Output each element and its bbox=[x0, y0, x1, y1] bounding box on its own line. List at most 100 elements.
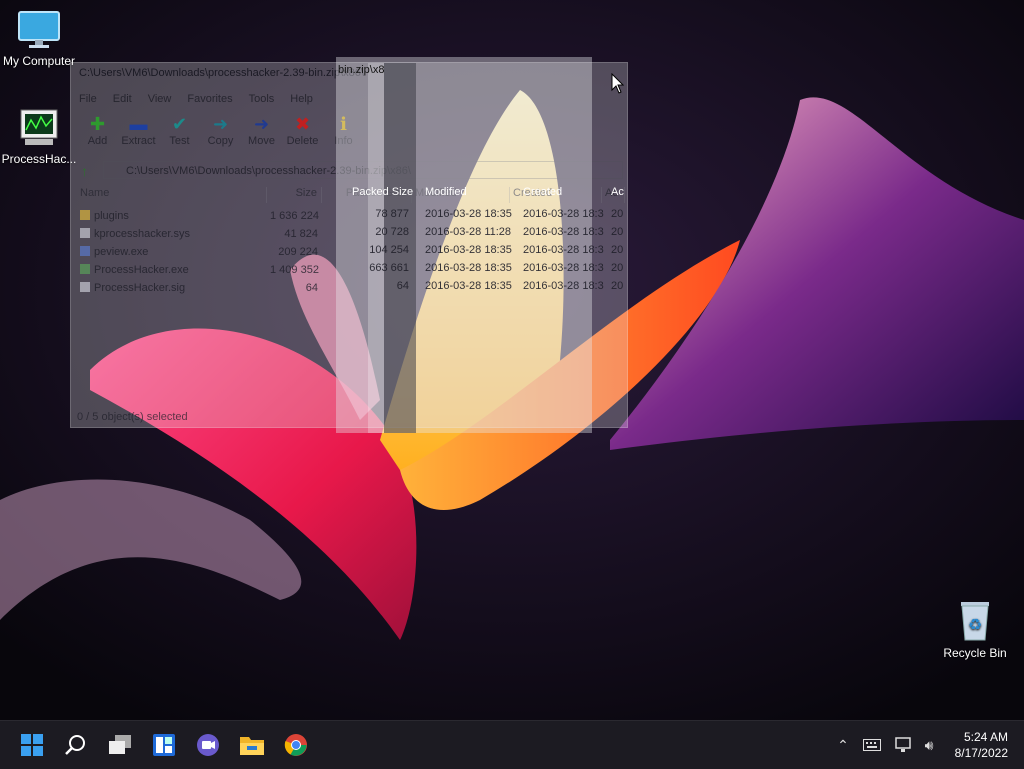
windows-icon bbox=[21, 734, 43, 756]
desktop-icon-recycle-bin[interactable]: ♻ Recycle Bin bbox=[936, 598, 1014, 660]
move-button[interactable]: ➜ Move bbox=[241, 113, 282, 147]
search-button[interactable] bbox=[54, 721, 98, 769]
packed-size: 64 bbox=[396, 280, 409, 292]
extract-icon: ▬ bbox=[129, 114, 148, 134]
task-view-button[interactable] bbox=[98, 721, 142, 769]
chat-icon bbox=[197, 734, 219, 756]
toolbar-label: Move bbox=[248, 135, 275, 147]
copy-icon: ➜ bbox=[212, 114, 229, 134]
toolbar-label: Extract bbox=[121, 135, 156, 147]
chrome-icon bbox=[284, 734, 307, 756]
packed-size: 104 254 bbox=[369, 244, 409, 256]
chevron-up-icon: ⌃ bbox=[837, 736, 849, 753]
column-size[interactable]: Size bbox=[267, 187, 322, 203]
network-button[interactable] bbox=[892, 721, 916, 769]
taskbar: ⌃ 🔊︎ 5:24 AM 8/17/2022 bbox=[0, 720, 1024, 769]
menu-tools[interactable]: Tools bbox=[249, 93, 275, 105]
created-date: 2016-03-28 18:3 bbox=[523, 244, 604, 256]
file-name: plugins bbox=[94, 210, 129, 222]
start-button[interactable] bbox=[10, 721, 54, 769]
monitor-icon bbox=[18, 11, 60, 48]
clock[interactable]: 5:24 AM 8/17/2022 bbox=[955, 729, 1008, 761]
speaker-icon: 🔊︎ bbox=[924, 736, 934, 753]
volume-button[interactable]: 🔊︎ bbox=[918, 721, 940, 769]
toolbar-label: Add bbox=[87, 135, 108, 147]
file-name: ProcessHacker.sig bbox=[94, 282, 186, 294]
chrome-button[interactable] bbox=[274, 721, 318, 769]
overlay-column-accessed: Ac bbox=[611, 186, 624, 198]
accessed-date: 20 bbox=[611, 280, 624, 292]
file-size: 209 224 bbox=[278, 246, 318, 258]
test-button[interactable]: ✔ Test bbox=[159, 113, 200, 147]
menu-file[interactable]: File bbox=[79, 93, 97, 105]
created-date: 2016-03-28 18:3 bbox=[523, 226, 604, 238]
modified-date: 2016-03-28 18:35 bbox=[425, 244, 512, 256]
file-explorer-button[interactable] bbox=[230, 721, 274, 769]
up-folder-icon[interactable]: ↑ bbox=[81, 163, 88, 179]
file-name-cell: peview.exe bbox=[77, 243, 267, 261]
process-hacker-icon bbox=[20, 109, 58, 145]
menu-bar: File Edit View Favorites Tools Help bbox=[79, 93, 329, 105]
overlay-title-fragment: bin.zip\x8 bbox=[338, 64, 385, 76]
chat-button[interactable] bbox=[186, 721, 230, 769]
recycle-bin-icon: ♻ bbox=[961, 602, 989, 641]
accessed-date: 20 bbox=[611, 208, 624, 220]
network-icon bbox=[895, 737, 911, 752]
file-name-cell: ProcessHacker.sig bbox=[77, 279, 267, 297]
file-size: 1 409 352 bbox=[270, 264, 319, 276]
move-icon: ➜ bbox=[253, 114, 270, 134]
created-date: 2016-03-28 18:3 bbox=[523, 262, 604, 274]
folder-icon bbox=[80, 210, 90, 220]
column-name[interactable]: Name bbox=[77, 187, 267, 203]
mouse-cursor-icon bbox=[611, 73, 625, 94]
created-date: 2016-03-28 18:3 bbox=[523, 208, 604, 220]
search-icon bbox=[65, 735, 85, 755]
menu-view[interactable]: View bbox=[148, 93, 172, 105]
overlay-column-modified: Modified bbox=[425, 186, 467, 198]
widgets-button[interactable] bbox=[142, 721, 186, 769]
clock-date: 8/17/2022 bbox=[954, 746, 1008, 760]
created-date: 2016-03-28 18:3 bbox=[523, 280, 604, 292]
accessed-date: 20 bbox=[611, 262, 624, 274]
file-size: 1 636 224 bbox=[270, 210, 319, 222]
window-title: C:\Users\VM6\Downloads\processhacker-2.3… bbox=[79, 67, 364, 79]
file-size: 41 824 bbox=[284, 228, 318, 240]
show-hidden-icons-button[interactable]: ⌃ bbox=[832, 721, 854, 769]
file-name-cell: plugins bbox=[77, 207, 267, 225]
folder-icon bbox=[240, 737, 264, 755]
menu-edit[interactable]: Edit bbox=[113, 93, 132, 105]
desktop-icon-processhacker[interactable]: ProcessHac... bbox=[0, 108, 78, 166]
file-name: peview.exe bbox=[94, 246, 149, 258]
packed-size: 78 877 bbox=[375, 208, 409, 220]
menu-help[interactable]: Help bbox=[290, 93, 313, 105]
copy-button[interactable]: ➜ Copy bbox=[200, 113, 241, 147]
accessed-date: 20 bbox=[611, 244, 624, 256]
desktop-icon-my-computer[interactable]: My Computer bbox=[0, 10, 78, 68]
modified-date: 2016-03-28 18:35 bbox=[425, 262, 512, 274]
exe-icon bbox=[80, 246, 90, 256]
accessed-date: 20 bbox=[611, 226, 624, 238]
file-name: kprocesshacker.sys bbox=[94, 228, 190, 240]
file-name-cell: ProcessHacker.exe bbox=[77, 261, 267, 279]
test-icon: ✔ bbox=[171, 114, 188, 134]
overlay-column-packed: Packed Size bbox=[352, 186, 414, 198]
clock-time: 5:24 AM bbox=[963, 730, 1008, 744]
desktop-icon-label: My Computer bbox=[2, 54, 76, 68]
file-name-cell: kprocesshacker.sys bbox=[77, 225, 267, 243]
modified-date: 2016-03-28 18:35 bbox=[425, 208, 512, 220]
modified-date: 2016-03-28 18:35 bbox=[425, 280, 512, 292]
packed-size: 20 728 bbox=[375, 226, 409, 238]
extract-button[interactable]: ▬ Extract bbox=[118, 113, 159, 147]
file-name: ProcessHacker.exe bbox=[94, 264, 189, 276]
svg-text:♻: ♻ bbox=[968, 615, 982, 634]
delete-button[interactable]: ✖ Delete bbox=[282, 113, 323, 147]
add-button[interactable]: ✚ Add bbox=[77, 113, 118, 147]
toolbar-label: Test bbox=[169, 135, 190, 147]
desktop-icon-label: ProcessHac... bbox=[1, 152, 77, 166]
keyboard-button[interactable] bbox=[860, 721, 884, 769]
keyboard-icon bbox=[863, 739, 881, 751]
menu-favorites[interactable]: Favorites bbox=[187, 93, 232, 105]
packed-size: 663 661 bbox=[369, 262, 409, 274]
file-icon bbox=[80, 228, 90, 238]
status-bar: 0 / 5 object(s) selected bbox=[77, 411, 188, 423]
